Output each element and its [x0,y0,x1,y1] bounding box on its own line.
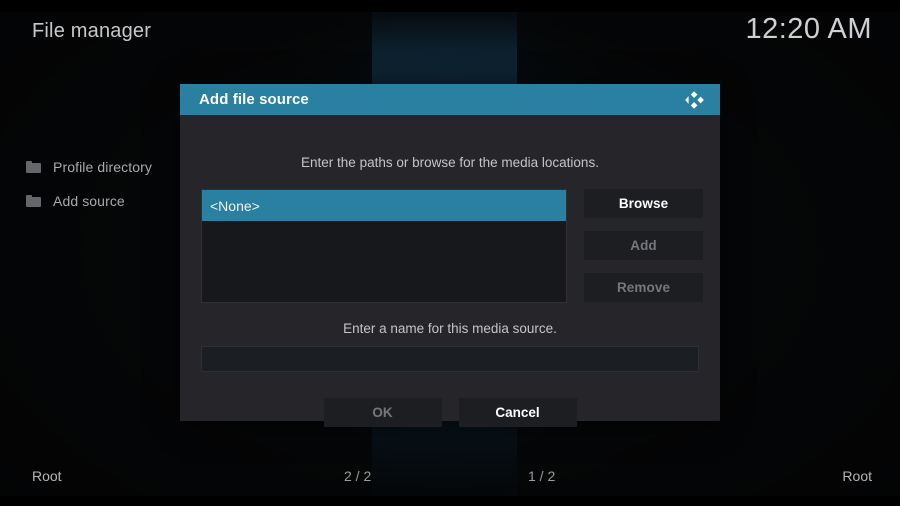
kodi-file-manager-screen: File manager 12:20 AM Profile directory … [0,0,900,506]
clock: 12:20 AM [745,13,872,45]
name-hint-label: Enter a name for this media source. [343,321,557,336]
bottom-letterbox [0,496,900,506]
path-action-buttons: Browse Add Remove [584,189,703,315]
media-source-name-input[interactable] [201,346,699,372]
sidebar-item-label: Add source [53,193,125,209]
dialog-body: Enter the paths or browse for the media … [180,115,720,427]
sidebar-item-profile-directory[interactable]: Profile directory [0,150,190,184]
list-item[interactable]: <None> [202,190,566,221]
browse-button[interactable]: Browse [584,189,703,218]
add-file-source-dialog: Add file source Enter the paths or brows… [180,84,720,427]
status-left-count: 2 / 2 [344,468,372,484]
top-bar: File manager 12:20 AM [0,10,900,60]
sidebar-item-label: Profile directory [53,159,152,175]
sidebar: Profile directory Add source [0,150,190,218]
folder-icon [26,195,41,207]
status-right-count: 1 / 2 [528,468,556,484]
dialog-title-bar: Add file source [180,84,720,115]
path-list[interactable]: <None> [201,189,567,303]
remove-button[interactable]: Remove [584,273,703,302]
sidebar-item-add-source[interactable]: Add source [0,184,190,218]
ok-button[interactable]: OK [323,398,442,427]
kodi-logo-icon [683,88,707,112]
paths-hint-label: Enter the paths or browse for the media … [301,155,599,170]
page-title: File manager [32,20,152,42]
dialog-footer-buttons: OK Cancel [180,398,720,427]
status-left-path: Root [32,468,62,484]
path-list-item-label: <None> [210,197,260,214]
cancel-button[interactable]: Cancel [458,398,577,427]
folder-icon [26,161,41,173]
dialog-title: Add file source [199,91,309,108]
status-bar: Root 2 / 2 1 / 2 Root [0,460,900,496]
status-right-path: Root [842,468,872,484]
add-button[interactable]: Add [584,231,703,260]
